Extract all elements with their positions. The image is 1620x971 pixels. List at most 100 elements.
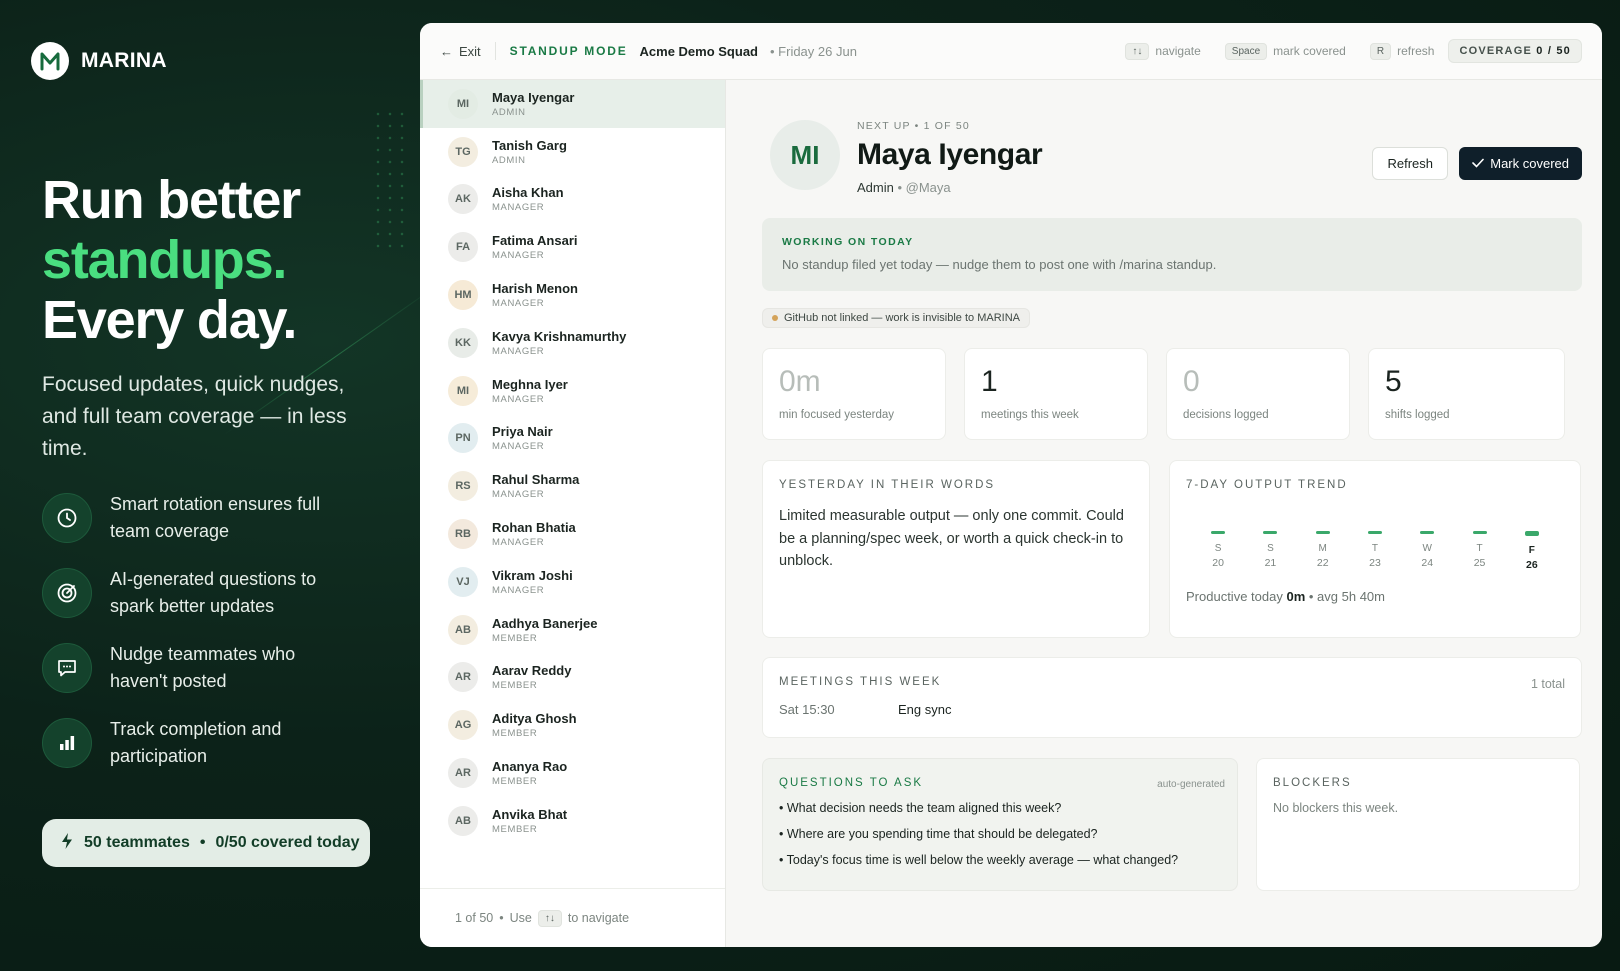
avatar: VJ (448, 566, 478, 597)
stat-value: 1 (981, 365, 998, 398)
member-row[interactable]: AR Ananya Rao MEMBER (420, 749, 725, 797)
trend-bar (1472, 531, 1487, 534)
mark-covered-button[interactable]: Mark covered (1459, 147, 1582, 180)
member-row[interactable]: MI Maya Iyengar ADMIN (420, 80, 725, 128)
member-row[interactable]: RB Rohan Bhatia MANAGER (420, 510, 725, 558)
hero-line-2: standups. (42, 230, 287, 290)
member-row[interactable]: FA Fatima Ansari MANAGER (420, 223, 725, 271)
feature-item: Smart rotation ensures full team coverag… (42, 493, 340, 543)
member-row[interactable]: AB Anvika Bhat MEMBER (420, 797, 725, 845)
member-row[interactable]: AK Aisha Khan MANAGER (420, 176, 725, 224)
avatar: MI (448, 88, 478, 119)
member-row[interactable]: AR Aarav Reddy MEMBER (420, 654, 725, 702)
member-row[interactable]: KK Kavya Krishnamurthy MANAGER (420, 319, 725, 367)
member-name: Maya Iyengar (492, 89, 575, 105)
date-label: • Friday 26 Jun (770, 43, 857, 59)
exit-button[interactable]: ← Exit (440, 44, 481, 59)
insights-row: YESTERDAY IN THEIR WORDS Limited measura… (762, 460, 1582, 638)
day-letter: S (1214, 543, 1222, 554)
yesterday-card: YESTERDAY IN THEIR WORDS Limited measura… (762, 460, 1150, 638)
member-role: MEMBER (492, 776, 538, 788)
brand-name: MARINA (81, 49, 167, 72)
member-name: Harish Menon (492, 281, 578, 297)
avatar: FA (448, 232, 478, 263)
meetings-label: MEETINGS THIS WEEK (779, 676, 942, 688)
member-role: Admin (857, 180, 894, 195)
squad-name: Acme Demo Squad (639, 43, 758, 59)
trend-chart: S 20 S 21 M 22 T 23 W 24 T 25 F 26 (1186, 531, 1564, 571)
meeting-time: Sat 15:30 (779, 702, 835, 717)
brand: MARINA (31, 42, 167, 80)
blockers-label: BLOCKERS (1273, 777, 1352, 789)
member-list: MI Maya Iyengar ADMIN TG Tanish Garg ADMIN AK A… (420, 80, 725, 845)
member-name: Meghna Iyer (492, 376, 568, 392)
stat-card: 1 meetings this week (964, 348, 1148, 440)
member-name: Aditya Ghosh (492, 711, 577, 727)
profile-header: MI NEXT UP • 1 OF 50 Maya Iyengar Admin … (762, 80, 1582, 216)
position-indicator: 1 of 50 (455, 911, 494, 925)
trend-bar (1263, 531, 1278, 534)
member-role: MANAGER (492, 489, 545, 501)
member-role: MEMBER (492, 632, 538, 644)
day-number: 24 (1421, 557, 1434, 569)
questions-card: QUESTIONS TO ASK auto-generated • What d… (762, 758, 1238, 891)
refresh-button[interactable]: Refresh (1372, 147, 1448, 180)
member-row[interactable]: MI Meghna Iyer MANAGER (420, 367, 725, 415)
member-role: MEMBER (492, 680, 538, 692)
stat-label: min focused yesterday (779, 409, 895, 421)
trend-day: M 22 (1297, 531, 1349, 571)
shortcut-key: R (1369, 42, 1392, 60)
date-text: Friday 26 Jun (778, 43, 857, 59)
shortcut-label: navigate (1155, 44, 1201, 58)
meetings-total: 1 total (1530, 677, 1565, 691)
blockers-text: No blockers this week. (1273, 801, 1399, 815)
member-row[interactable]: HM Harish Menon MANAGER (420, 271, 725, 319)
trend-bar (1420, 531, 1435, 534)
trend-day: F 26 (1506, 531, 1558, 571)
member-role: MANAGER (492, 441, 545, 453)
member-name: Aarav Reddy (492, 663, 572, 679)
productive-label: Productive today (1186, 589, 1283, 604)
github-notice-text: GitHub not linked — work is invisible to… (784, 312, 1020, 324)
member-name: Fatima Ansari (492, 233, 578, 249)
coverage-label: COVERAGE (1459, 45, 1532, 57)
average-value: avg 5h 40m (1317, 589, 1385, 604)
day-number: 22 (1316, 557, 1329, 569)
blockers-card: BLOCKERS No blockers this week. (1256, 758, 1580, 891)
member-row[interactable]: TG Tanish Garg ADMIN (420, 128, 725, 176)
meetings-card: MEETINGS THIS WEEK 1 total Sat 15:30 Eng… (762, 657, 1582, 738)
sidebar-footer: 1 of 50 • Use ↑↓ to navigate (420, 888, 725, 947)
trend-day: T 23 (1349, 531, 1401, 571)
stat-value: 0 (1183, 365, 1200, 398)
working-on-today: WORKING ON TODAY No standup filed yet to… (762, 218, 1582, 291)
trend-day: S 20 (1192, 531, 1244, 571)
day-letter: F (1528, 545, 1535, 556)
member-row[interactable]: AG Aditya Ghosh MEMBER (420, 701, 725, 749)
day-number: 20 (1212, 557, 1224, 569)
feature-text: Smart rotation ensures full team coverag… (110, 494, 321, 541)
day-number: 25 (1473, 557, 1486, 569)
clock-icon (42, 493, 92, 543)
trend-day: S 21 (1244, 531, 1296, 571)
divider (494, 42, 496, 60)
avatar: KK (448, 327, 478, 358)
member-row[interactable]: VJ Vikram Joshi MANAGER (420, 558, 725, 606)
lightning-icon (60, 832, 74, 855)
day-number: 23 (1369, 557, 1381, 569)
member-name: Ananya Rao (492, 759, 568, 775)
shortcut-label: mark covered (1273, 44, 1346, 58)
member-name: Vikram Joshi (492, 567, 573, 583)
member-row[interactable]: AB Aadhya Banerjee MEMBER (420, 606, 725, 654)
keyboard-shortcuts: ↑↓ navigate Space mark covered R refresh (1125, 42, 1434, 60)
member-row[interactable]: PN Priya Nair MANAGER (420, 415, 725, 463)
stat-label: shifts logged (1385, 409, 1450, 421)
avatar: MI (448, 375, 478, 406)
trend-bar (1524, 531, 1539, 536)
stat-card: 0m min focused yesterday (762, 348, 946, 440)
member-name: Aisha Khan (492, 185, 564, 201)
mark-covered-label: Mark covered (1490, 156, 1569, 171)
member-name: Rohan Bhatia (492, 520, 576, 536)
standup-mode-label: STANDUP MODE (509, 44, 628, 58)
member-name: Tanish Garg (492, 137, 567, 153)
member-row[interactable]: RS Rahul Sharma MANAGER (420, 462, 725, 510)
